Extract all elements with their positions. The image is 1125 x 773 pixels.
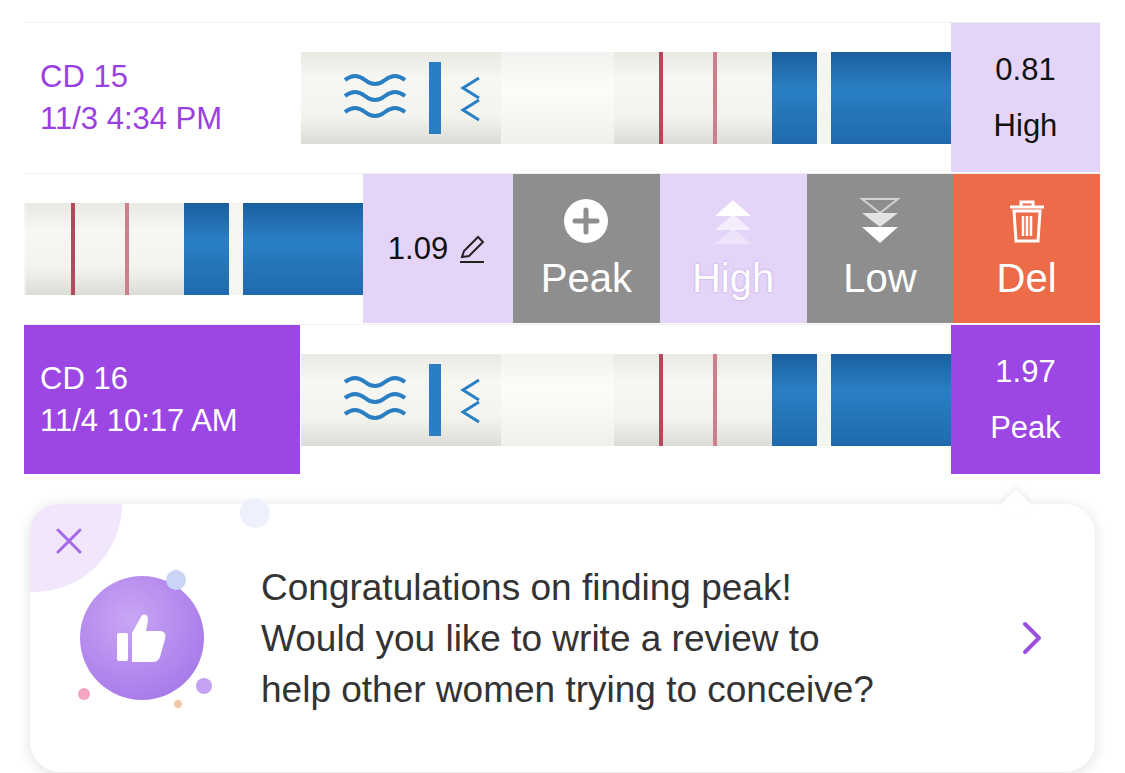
decor-dot (240, 498, 270, 528)
wave-icon (341, 370, 411, 430)
reading-list: CD 15 11/3 4:34 PM 0.81 High 1.09 Peak High Low… (0, 0, 1125, 474)
prompt-line: help other women trying to conceive? (261, 664, 1005, 715)
test-strip (301, 354, 951, 446)
double-down-icon (855, 196, 905, 246)
peak-action-button[interactable]: Peak (513, 174, 660, 323)
close-icon (54, 526, 84, 556)
thumbs-up-icon (111, 607, 173, 669)
lh-ratio: 1.97 (995, 354, 1055, 390)
lh-value[interactable]: 0.81 High (951, 23, 1100, 172)
test-strip-photo (300, 325, 951, 474)
reading-row[interactable]: CD 16 11/4 10:17 AM 1.97 Peak (24, 324, 1100, 474)
add-circle-icon (561, 196, 611, 246)
wave-icon (341, 68, 411, 128)
lh-ratio: 1.09 (388, 231, 448, 267)
pencil-icon[interactable] (456, 233, 488, 265)
action-label: High (692, 256, 774, 301)
lh-test-screen: CD 15 11/3 4:34 PM 0.81 High 1.09 Peak High Low… (0, 0, 1125, 773)
thumb-badge (80, 576, 204, 700)
arrow-mark-icon (451, 370, 491, 430)
reading-date: CD 15 11/3 4:34 PM (24, 23, 300, 172)
review-prompt[interactable]: Congratulations on finding peak!Would yo… (30, 504, 1095, 772)
lh-result: Peak (990, 410, 1061, 446)
prompt-message: Congratulations on finding peak!Would yo… (261, 562, 1005, 715)
reading-row[interactable]: CD 15 11/3 4:34 PM 0.81 High (24, 22, 1100, 172)
cycle-day: CD 16 (40, 360, 300, 397)
lh-value[interactable]: 1.09 (363, 174, 513, 323)
test-strip (24, 203, 363, 295)
action-label: Del (997, 256, 1057, 301)
test-strip-photo (300, 23, 951, 172)
reading-time: 11/4 10:17 AM (40, 402, 300, 439)
cycle-day: CD 15 (40, 58, 300, 95)
prompt-line: Congratulations on finding peak! (261, 562, 1005, 613)
close-button[interactable] (30, 504, 122, 592)
lh-result: High (994, 108, 1058, 144)
prompt-pointer (1000, 489, 1031, 520)
chevron-right-icon[interactable] (1017, 618, 1047, 658)
reading-time: 11/3 4:34 PM (40, 100, 300, 137)
lh-ratio: 0.81 (995, 52, 1055, 88)
delete-action-button[interactable]: Del (953, 174, 1100, 323)
test-strip-photo (24, 174, 363, 323)
trash-icon (1002, 196, 1052, 246)
double-up-icon (708, 196, 758, 246)
high-action-button[interactable]: High (660, 174, 807, 323)
reading-row[interactable]: 1.09 Peak High Low Del (24, 173, 1100, 323)
action-label: Peak (541, 256, 632, 301)
prompt-line: Would you like to write a review to (261, 613, 1005, 664)
low-action-button[interactable]: Low (807, 174, 954, 323)
lh-value[interactable]: 1.97 Peak (951, 325, 1100, 474)
reading-date: CD 16 11/4 10:17 AM (24, 325, 300, 474)
arrow-mark-icon (451, 68, 491, 128)
test-strip (301, 52, 951, 144)
action-label: Low (843, 256, 916, 301)
